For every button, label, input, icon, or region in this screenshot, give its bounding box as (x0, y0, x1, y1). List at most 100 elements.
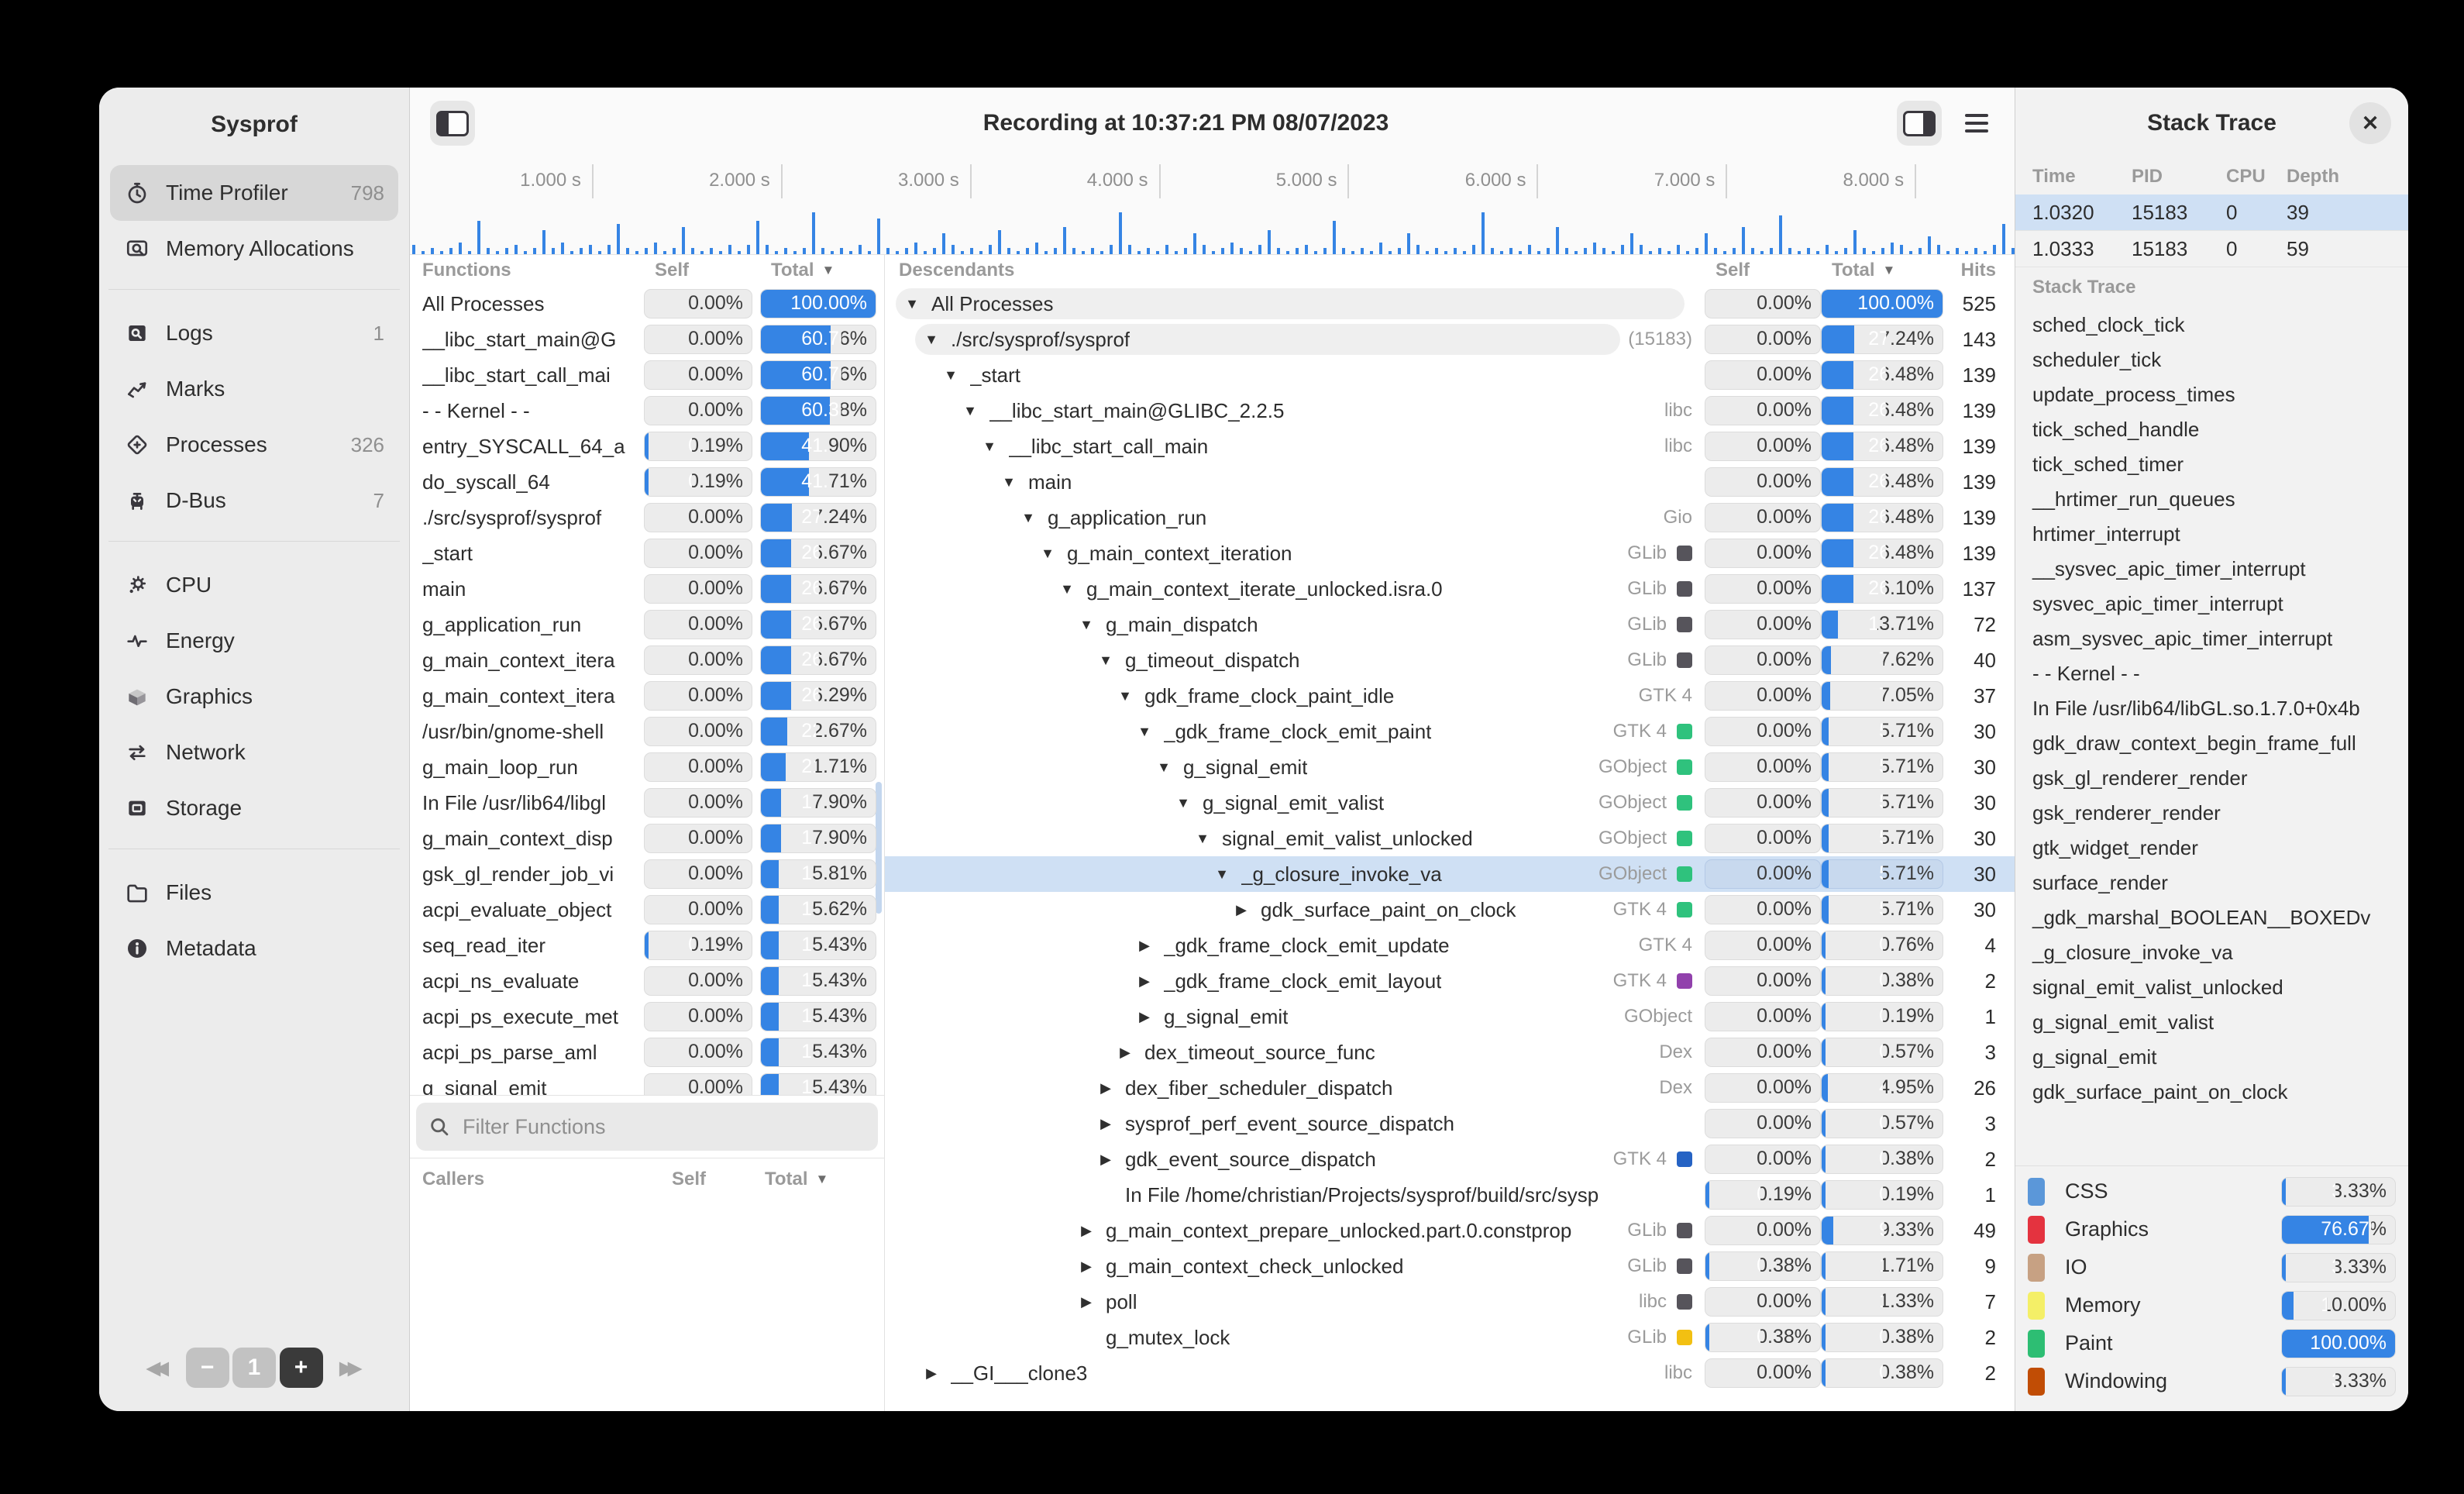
stack-frame[interactable]: surface_render (2015, 866, 2408, 900)
stack-frame[interactable]: gtk_widget_render (2015, 831, 2408, 866)
sidebar-item-graphics[interactable]: Graphics (110, 669, 398, 725)
expand-icon[interactable]: ▶ (1076, 1223, 1096, 1239)
tree-row[interactable]: ▶dex_timeout_source_funcDex0.00%0.57%0.5… (885, 1034, 2015, 1070)
table-row[interactable]: g_signal_emit0.00%15.43%15.43% (410, 1070, 884, 1095)
stack-frame[interactable]: sysvec_apic_timer_interrupt (2015, 587, 2408, 621)
stack-frame[interactable]: signal_emit_valist_unlocked (2015, 970, 2408, 1005)
table-row[interactable]: acpi_evaluate_object0.00%15.62%15.62% (410, 892, 884, 928)
tree-row[interactable]: ▶gdk_surface_paint_on_clockGTK 40.00%5.7… (885, 892, 2015, 928)
collapse-icon[interactable]: ▼ (1076, 617, 1096, 633)
table-row[interactable]: g_main_context_itera0.00%26.29%26.29% (410, 678, 884, 714)
callers-total-label[interactable]: Total▼ (754, 1169, 870, 1190)
sidebar-item-energy[interactable]: Energy (110, 613, 398, 669)
sidebar-item-cpu[interactable]: CPU (110, 557, 398, 613)
tree-row[interactable]: ▼gdk_frame_clock_paint_idleGTK 40.00%7.0… (885, 678, 2015, 714)
total-column-label[interactable]: Total▼ (760, 260, 876, 281)
table-row[interactable]: g_main_context_disp0.00%17.90%17.90% (410, 821, 884, 856)
sidebar-item-time-profiler[interactable]: Time Profiler798 (110, 165, 398, 221)
zoom-out-button[interactable]: − (186, 1348, 229, 1388)
tree-row[interactable]: ▼__libc_start_call_mainlibc0.00%26.48%26… (885, 429, 2015, 464)
stack-frame[interactable]: _g_closure_invoke_va (2015, 935, 2408, 970)
stack-frame[interactable]: scheduler_tick (2015, 343, 2408, 377)
expand-icon[interactable]: ▶ (1076, 1294, 1096, 1310)
table-row[interactable]: g_main_loop_run0.00%21.71%21.71% (410, 749, 884, 785)
tree-row[interactable]: ▼g_signal_emit_valistGObject0.00%5.71%5.… (885, 785, 2015, 821)
stack-frame[interactable]: - - Kernel - - (2015, 656, 2408, 691)
close-button[interactable]: ✕ (2349, 102, 2391, 144)
table-row[interactable]: __libc_start_main@G0.00%60.76%60.76% (410, 322, 884, 357)
cpu-activity-sparkline[interactable] (410, 204, 2015, 255)
table-row[interactable]: acpi_ns_evaluate0.00%15.43%15.43% (410, 963, 884, 999)
collapse-icon[interactable]: ▼ (999, 474, 1019, 491)
tree-row[interactable]: ▶gdk_event_source_dispatchGTK 40.00%0.38… (885, 1141, 2015, 1177)
callers-column-label[interactable]: Callers (422, 1169, 661, 1190)
tree-row[interactable]: ▼signal_emit_valist_unlockedGObject0.00%… (885, 821, 2015, 856)
collapse-icon[interactable]: ▼ (1038, 546, 1058, 562)
jump-forward-button[interactable]: ▶▶ (326, 1348, 375, 1388)
sidebar-item-network[interactable]: Network (110, 725, 398, 780)
stack-frame[interactable]: asm_sysvec_apic_timer_interrupt (2015, 621, 2408, 656)
collapse-icon[interactable]: ▼ (1057, 581, 1077, 597)
sidebar-item-files[interactable]: Files (110, 865, 398, 921)
collapse-icon[interactable]: ▼ (921, 332, 941, 348)
stack-frame[interactable]: __sysvec_apic_timer_interrupt (2015, 552, 2408, 587)
collapse-icon[interactable]: ▼ (941, 367, 961, 384)
collapse-icon[interactable]: ▼ (1154, 759, 1174, 776)
collapse-icon[interactable]: ▼ (1134, 724, 1155, 740)
collapse-icon[interactable]: ▼ (979, 439, 1000, 455)
expand-icon[interactable]: ▶ (921, 1365, 941, 1382)
tree-row[interactable]: ▼./src/sysprof/sysprof(15183)0.00%27.24%… (885, 322, 2015, 357)
stack-frame[interactable]: gsk_gl_renderer_render (2015, 761, 2408, 796)
expand-icon[interactable]: ▶ (1134, 938, 1155, 954)
stack-frame[interactable]: gdk_draw_context_begin_frame_full (2015, 726, 2408, 761)
tree-row[interactable]: ▶sysprof_perf_event_source_dispatch0.00%… (885, 1106, 2015, 1141)
tree-row[interactable]: ▶g_signal_emitGObject0.00%0.19%0.19%1 (885, 999, 2015, 1034)
descendants-self-label[interactable]: Self (1705, 260, 1821, 281)
collapse-icon[interactable]: ▼ (1115, 688, 1135, 704)
table-row[interactable]: ./src/sysprof/sysprof0.00%27.24%27.24% (410, 500, 884, 535)
table-row[interactable]: acpi_ps_parse_aml0.00%15.43%15.43% (410, 1034, 884, 1070)
stack-frame[interactable]: In File /usr/lib64/libGL.so.1.7.0+0x4b (2015, 691, 2408, 726)
tree-row[interactable]: ▶_gdk_frame_clock_emit_updateGTK 40.00%0… (885, 928, 2015, 963)
sidebar-item-metadata[interactable]: Metadata (110, 921, 398, 976)
tree-row[interactable]: ▼g_main_context_iterate_unlocked.isra.0G… (885, 571, 2015, 607)
table-row[interactable]: acpi_ps_execute_met0.00%15.43%15.43% (410, 999, 884, 1034)
sidebar-item-memory-allocations[interactable]: Memory Allocations (110, 221, 398, 277)
tree-row[interactable]: In File /home/christian/Projects/sysprof… (885, 1177, 2015, 1213)
table-row[interactable]: g_application_run0.00%26.67%26.67% (410, 607, 884, 642)
stack-frame[interactable]: hrtimer_interrupt (2015, 517, 2408, 552)
collapse-icon[interactable]: ▼ (1096, 652, 1116, 669)
page-number-button[interactable]: 1 (232, 1348, 276, 1388)
stack-frame[interactable]: _gdk_marshal_BOOLEAN__BOXEDv (2015, 900, 2408, 935)
functions-scrollbar[interactable] (876, 782, 882, 914)
collapse-icon[interactable]: ▼ (1212, 866, 1232, 883)
tree-row[interactable]: ▼_start0.00%26.48%26.48%139 (885, 357, 2015, 393)
table-row[interactable]: All Processes0.00%100.00%100.00% (410, 286, 884, 322)
descendants-hits-label[interactable]: Hits (1943, 260, 2008, 281)
collapse-icon[interactable]: ▼ (1192, 831, 1213, 847)
table-row[interactable]: g_main_context_itera0.00%26.67%26.67% (410, 642, 884, 678)
stack-frame[interactable]: gsk_renderer_render (2015, 796, 2408, 831)
stack-frame[interactable]: gdk_surface_paint_on_clock (2015, 1075, 2408, 1110)
collapse-icon[interactable]: ▼ (960, 403, 980, 419)
table-row[interactable]: main0.00%26.67%26.67% (410, 571, 884, 607)
sidebar-toggle-button[interactable] (430, 101, 475, 146)
tree-row[interactable]: ▼g_timeout_dispatchGLib0.00%7.62%7.62%40 (885, 642, 2015, 678)
zoom-in-button[interactable]: + (280, 1348, 323, 1388)
self-column-label[interactable]: Self (644, 260, 752, 281)
table-row[interactable]: __libc_start_call_mai0.00%60.76%60.76% (410, 357, 884, 393)
tree-row[interactable]: ▼g_application_runGio0.00%26.48%26.48%13… (885, 500, 2015, 535)
functions-column-label[interactable]: Functions (422, 260, 636, 281)
tree-row[interactable]: ▶__GI___clone3libc0.00%0.38%0.38%2 (885, 1355, 2015, 1391)
table-row[interactable]: seq_read_iter0.19%0.19%15.43%15.43% (410, 928, 884, 963)
tree-row[interactable]: ▶_gdk_frame_clock_emit_layoutGTK 40.00%0… (885, 963, 2015, 999)
stack-frame[interactable]: update_process_times (2015, 377, 2408, 412)
tree-row[interactable]: ▼g_signal_emitGObject0.00%5.71%5.71%30 (885, 749, 2015, 785)
tree-row[interactable]: ▶g_main_context_check_unlockedGLib0.38%0… (885, 1248, 2015, 1284)
expand-icon[interactable]: ▶ (1231, 902, 1251, 918)
tree-row[interactable]: ▶dex_fiber_scheduler_dispatchDex0.00%4.9… (885, 1070, 2015, 1106)
stack-frame[interactable]: sched_clock_tick (2015, 308, 2408, 343)
descendants-total-label[interactable]: Total▼ (1821, 260, 1943, 281)
collapse-icon[interactable]: ▼ (1173, 795, 1193, 811)
tree-row[interactable]: ▶polllibc0.00%1.33%1.33%7 (885, 1284, 2015, 1320)
